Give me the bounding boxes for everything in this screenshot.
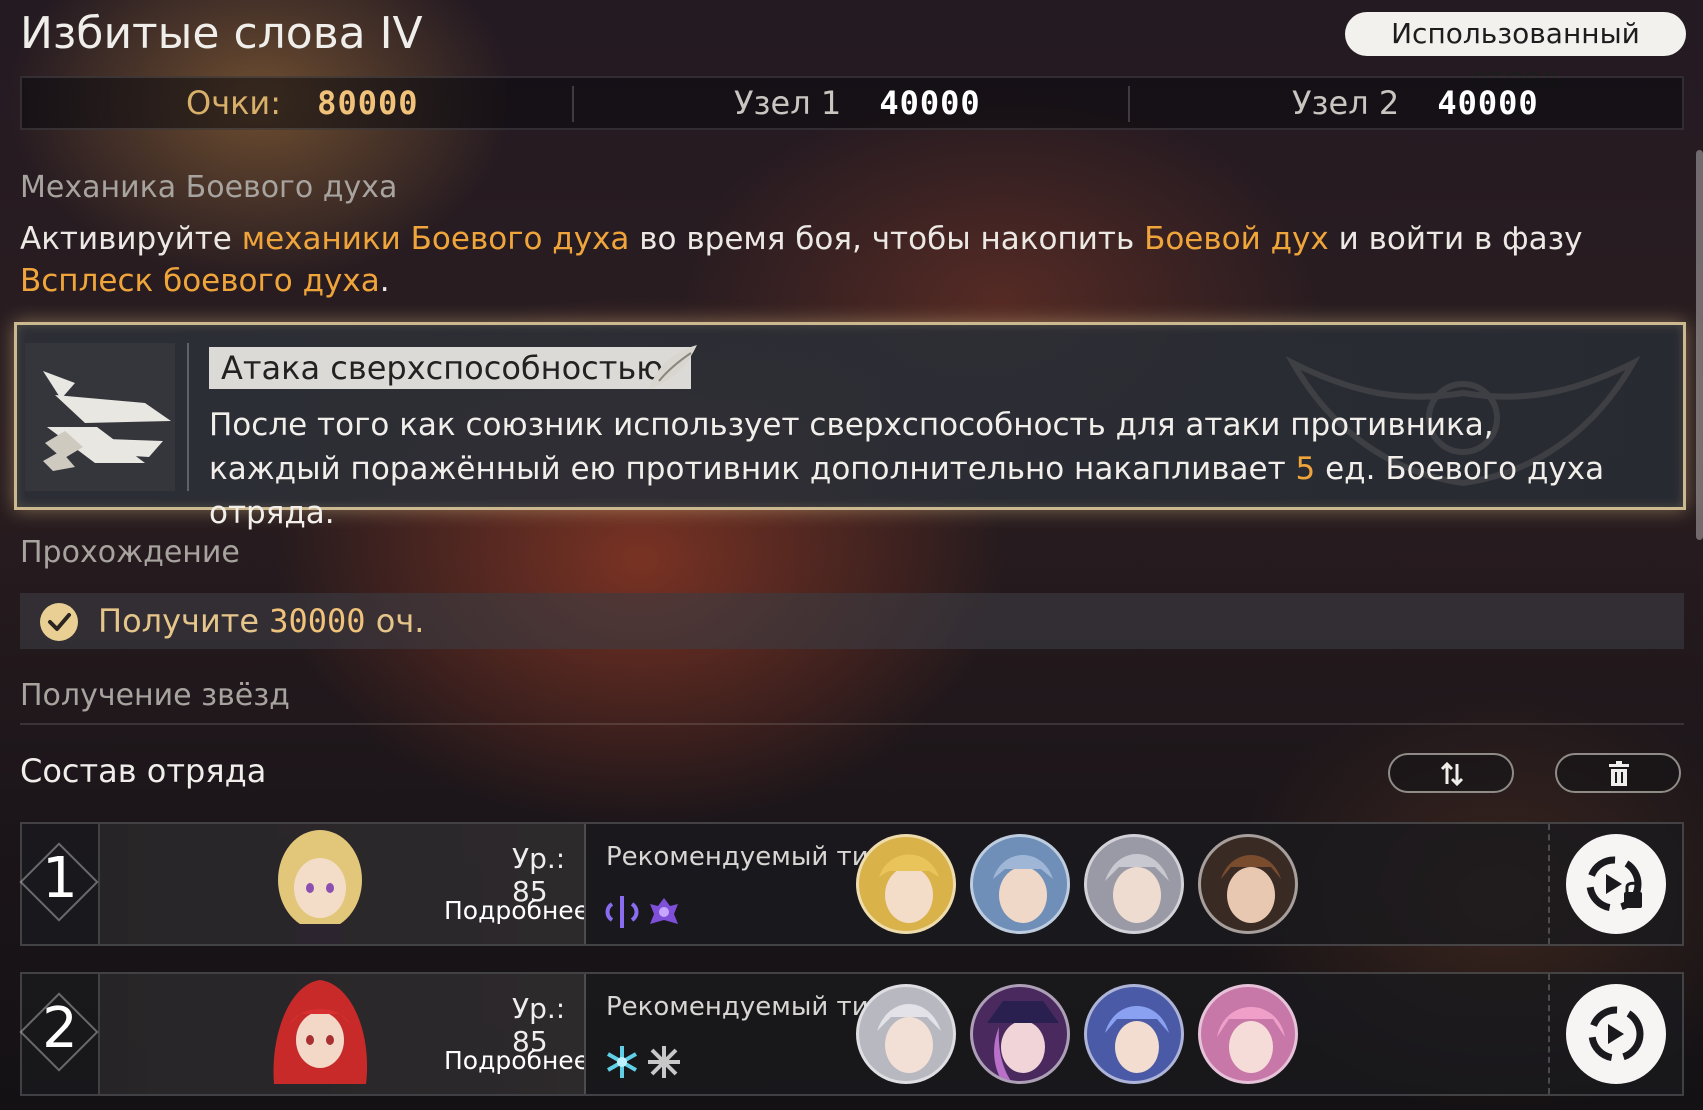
mechanic-text: Активируйте — [20, 221, 242, 257]
chevron-right-icon — [584, 1044, 586, 1072]
buff-value: 5 — [1295, 451, 1316, 487]
score-bar: Очки: 80000 Узел 1 40000 Узел 2 40000 — [20, 76, 1684, 130]
objective-suffix: оч. — [365, 602, 425, 640]
score-divider — [1128, 86, 1130, 122]
team-number-badge: 2 — [19, 974, 100, 1094]
buff-icon-box — [25, 343, 175, 491]
section-divider — [20, 723, 1684, 725]
team-leader-panel[interactable]: Ур.: 85 Подробнее — [100, 974, 586, 1094]
chevron-right-icon — [584, 894, 586, 922]
mechanic-section-title: Механика Боевого духа — [20, 170, 398, 205]
node1-label: Узел 1 — [734, 84, 842, 122]
quantum-icon — [650, 898, 678, 924]
clear-section-title: Прохождение — [20, 535, 240, 570]
card-divider — [187, 343, 189, 491]
total-score: Очки: 80000 — [186, 78, 419, 128]
recommended-type-label: Рекомендуемый тип — [606, 992, 886, 1022]
recommended-character-avatar[interactable] — [1084, 834, 1184, 934]
node2-score: Узел 2 40000 — [1292, 78, 1539, 128]
total-score-value: 80000 — [317, 84, 419, 122]
objective-prefix: Получите — [98, 602, 270, 640]
auto-team-icon — [1588, 1006, 1644, 1062]
buff-description: После того как союзник использует сверхс… — [209, 403, 1609, 535]
auto-team-button[interactable] — [1566, 834, 1666, 934]
mechanic-link[interactable]: Всплеск боевого духа — [20, 263, 380, 299]
delete-teams-button[interactable] — [1555, 753, 1681, 793]
details-link[interactable]: Подробнее — [444, 896, 584, 925]
leader-portrait — [273, 980, 368, 1084]
trash-icon — [1609, 761, 1629, 786]
team-row-2[interactable]: 2 Ур.: 85 Подробнее Рекомендуемый тип — [19, 972, 1684, 1096]
objective-row: Получите 30000 оч. — [20, 593, 1684, 649]
recommended-character-avatar[interactable] — [970, 834, 1070, 934]
team-leader-panel[interactable]: Ур.: 85 Подробнее — [100, 824, 586, 944]
feather-icon — [649, 345, 697, 389]
recommended-character-avatar[interactable] — [970, 984, 1070, 1084]
recommended-type-label: Рекомендуемый тип — [606, 842, 886, 872]
mechanic-description: Активируйте механики Боевого духа во вре… — [20, 218, 1660, 302]
score-divider — [572, 86, 574, 122]
objective-value: 30000 — [269, 602, 366, 640]
row-separator — [1548, 974, 1550, 1094]
total-score-label: Очки: — [186, 84, 281, 122]
mechanic-text: и войти в фазу — [1328, 221, 1583, 257]
recommended-character-avatar[interactable] — [856, 834, 956, 934]
auto-team-button[interactable] — [1566, 984, 1666, 1084]
mechanic-text: во время боя, чтобы накопить — [629, 221, 1145, 257]
team-number: 1 — [42, 846, 78, 911]
auto-team-lock-icon — [1586, 856, 1642, 912]
details-link[interactable]: Подробнее — [444, 1046, 584, 1075]
recommended-character-avatar[interactable] — [1198, 834, 1298, 934]
swap-arrows-icon — [1440, 762, 1464, 786]
mechanic-link[interactable]: механики Боевого духа — [242, 221, 630, 257]
scrollbar[interactable] — [1696, 150, 1703, 540]
row-separator — [1548, 824, 1550, 944]
leader-portrait — [278, 830, 362, 944]
recommended-character-avatar[interactable] — [1084, 984, 1184, 1084]
squad-title: Состав отряда — [20, 752, 267, 790]
node2-label: Узел 2 — [1292, 84, 1400, 122]
mechanic-text: . — [379, 263, 390, 299]
ice-icon — [607, 1046, 637, 1078]
team-row-1[interactable]: 1 Ур.: 85 Подробнее Рекомендуемый тип — [19, 822, 1684, 946]
mechanic-link[interactable]: Боевой дух — [1144, 221, 1329, 257]
buff-card: Атака сверхспособностью После того как с… — [14, 322, 1686, 531]
recommended-character-avatar[interactable] — [1198, 984, 1298, 1084]
team-number: 2 — [42, 996, 78, 1061]
buff-tag: Атака сверхспособностью — [209, 347, 692, 389]
page-title: Избитые слова IV — [20, 8, 423, 59]
stars-section-title: Получение звёзд — [20, 678, 290, 713]
node1-score: Узел 1 40000 — [734, 78, 981, 128]
checkmark-icon — [40, 603, 78, 641]
eagle-icon — [43, 371, 171, 471]
recommended-character-avatar[interactable] — [856, 984, 956, 1084]
team-number-badge: 1 — [19, 824, 100, 944]
node1-value: 40000 — [879, 84, 981, 122]
node2-value: 40000 — [1437, 84, 1539, 122]
objective-text: Получите 30000 оч. — [98, 593, 424, 649]
imaginary-icon — [605, 896, 639, 928]
used-team-button[interactable]: Использованный отряд — [1345, 12, 1686, 94]
swap-teams-button[interactable] — [1388, 753, 1514, 793]
physical-icon — [648, 1046, 680, 1078]
